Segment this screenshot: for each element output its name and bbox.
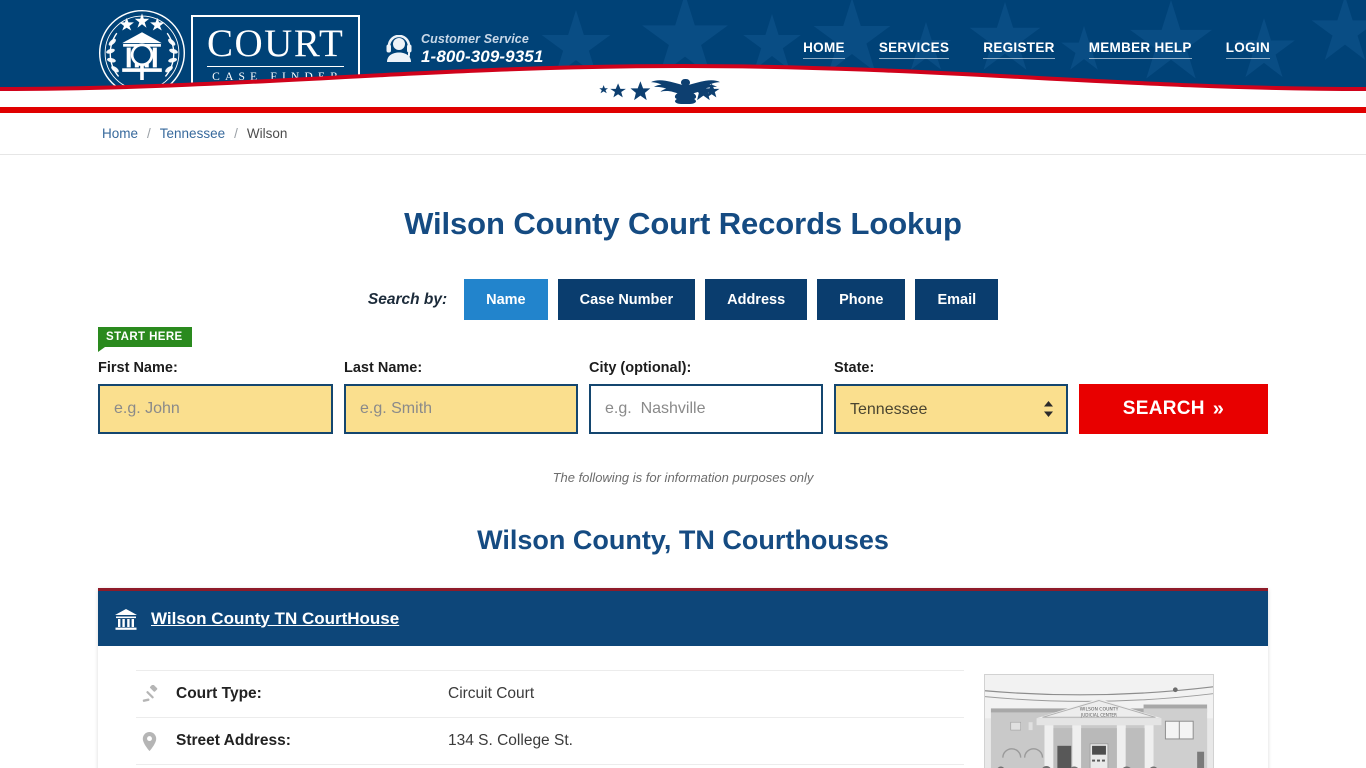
eagle-emblem-icon bbox=[599, 79, 720, 104]
city-label: City (optional): bbox=[589, 360, 692, 376]
search-form: START HERE First Name: Last Name: City (… bbox=[98, 320, 1268, 434]
logo-subtitle: CASE FINDER bbox=[212, 70, 344, 83]
courthouse-detail-list: Court Type: Circuit Court Street Address… bbox=[136, 670, 964, 768]
last-name-input[interactable] bbox=[344, 384, 578, 434]
tab-email[interactable]: Email bbox=[915, 279, 999, 320]
courthouse-card: Wilson County TN CourtHouse Court Type: … bbox=[98, 588, 1268, 768]
search-by-tabs: Search by: Name Case Number Address Phon… bbox=[0, 279, 1366, 320]
site-header: COURT CASE FINDER Customer Service 1-800… bbox=[0, 0, 1366, 104]
state-select[interactable]: Tennessee bbox=[834, 384, 1068, 434]
map-pin-icon bbox=[142, 731, 176, 751]
courthouse-card-body: Court Type: Circuit Court Street Address… bbox=[98, 646, 1268, 768]
tab-case-number[interactable]: Case Number bbox=[557, 279, 696, 320]
nav-item-register[interactable]: REGISTER bbox=[983, 40, 1055, 59]
table-row: Court Type: Circuit Court bbox=[136, 670, 964, 717]
gavel-icon bbox=[142, 684, 176, 703]
breadcrumb-item-home[interactable]: Home bbox=[102, 126, 138, 141]
site-logo[interactable]: COURT CASE FINDER bbox=[97, 8, 361, 98]
courthouse-title-link[interactable]: Wilson County TN CourtHouse bbox=[151, 609, 399, 629]
main-content: Wilson County Court Records Lookup Searc… bbox=[0, 155, 1366, 768]
breadcrumb: Home / Tennessee / Wilson bbox=[0, 113, 1366, 155]
nav-item-login[interactable]: LOGIN bbox=[1225, 40, 1270, 59]
breadcrumb-separator: / bbox=[234, 126, 238, 141]
city-field-group: City (optional): bbox=[589, 360, 823, 434]
table-row: City: Lebanon bbox=[136, 764, 964, 768]
tab-name[interactable]: Name bbox=[464, 279, 548, 320]
search-by-label: Search by: bbox=[367, 290, 448, 308]
state-label: State: bbox=[834, 360, 875, 376]
first-name-input[interactable] bbox=[98, 384, 333, 434]
nav-item-home[interactable]: HOME bbox=[803, 40, 845, 59]
courthouse-card-header: Wilson County TN CourtHouse bbox=[98, 588, 1268, 646]
svg-text:JUDICIAL CENTER: JUDICIAL CENTER bbox=[1080, 712, 1117, 717]
start-here-badge: START HERE bbox=[98, 327, 192, 352]
detail-value: Circuit Court bbox=[448, 685, 535, 702]
city-input[interactable] bbox=[589, 384, 823, 434]
tab-address[interactable]: Address bbox=[705, 279, 808, 320]
section-title-courthouses: Wilson County, TN Courthouses bbox=[477, 525, 889, 555]
main-navigation: HOME SERVICES REGISTER MEMBER HELP LOGIN bbox=[803, 40, 1270, 59]
courthouse-bank-icon bbox=[114, 607, 138, 631]
court-seal-icon bbox=[97, 8, 187, 98]
customer-service-block[interactable]: Customer Service 1-800-309-9351 bbox=[386, 32, 543, 66]
customer-service-phone[interactable]: 1-800-309-9351 bbox=[421, 48, 543, 66]
first-name-label: First Name: bbox=[98, 360, 178, 376]
search-button[interactable]: SEARCH » bbox=[1079, 384, 1268, 434]
search-button-label: SEARCH bbox=[1122, 398, 1205, 419]
page-title: Wilson County Court Records Lookup bbox=[404, 206, 962, 241]
last-name-field-group: Last Name: bbox=[344, 360, 578, 434]
disclaimer-text: The following is for information purpose… bbox=[552, 470, 814, 485]
table-row: Street Address: 134 S. College St. bbox=[136, 717, 964, 764]
detail-value: 134 S. College St. bbox=[448, 732, 573, 749]
logo-wordmark: COURT CASE FINDER bbox=[191, 14, 361, 92]
customer-service-label: Customer Service bbox=[421, 32, 529, 46]
breadcrumb-item-tennessee[interactable]: Tennessee bbox=[160, 126, 225, 141]
logo-title: COURT bbox=[207, 21, 345, 67]
headset-support-icon bbox=[386, 35, 412, 63]
breadcrumb-item-wilson: Wilson bbox=[246, 126, 288, 141]
courthouse-photo-column: WILSON COUNTY JUDICIAL CENTER bbox=[984, 670, 1214, 768]
breadcrumb-separator: / bbox=[147, 126, 151, 141]
tab-phone[interactable]: Phone bbox=[817, 279, 906, 320]
chevron-double-right-icon: » bbox=[1212, 397, 1225, 420]
detail-label: Court Type: bbox=[176, 685, 262, 702]
nav-item-services[interactable]: SERVICES bbox=[878, 40, 950, 59]
state-field-group: State: Tennessee bbox=[834, 360, 1068, 434]
last-name-label: Last Name: bbox=[344, 360, 423, 376]
first-name-field-group: First Name: bbox=[98, 360, 333, 434]
nav-item-member-help[interactable]: MEMBER HELP bbox=[1088, 40, 1192, 59]
courthouse-photo: WILSON COUNTY JUDICIAL CENTER bbox=[984, 674, 1214, 768]
detail-label: Street Address: bbox=[176, 732, 291, 749]
